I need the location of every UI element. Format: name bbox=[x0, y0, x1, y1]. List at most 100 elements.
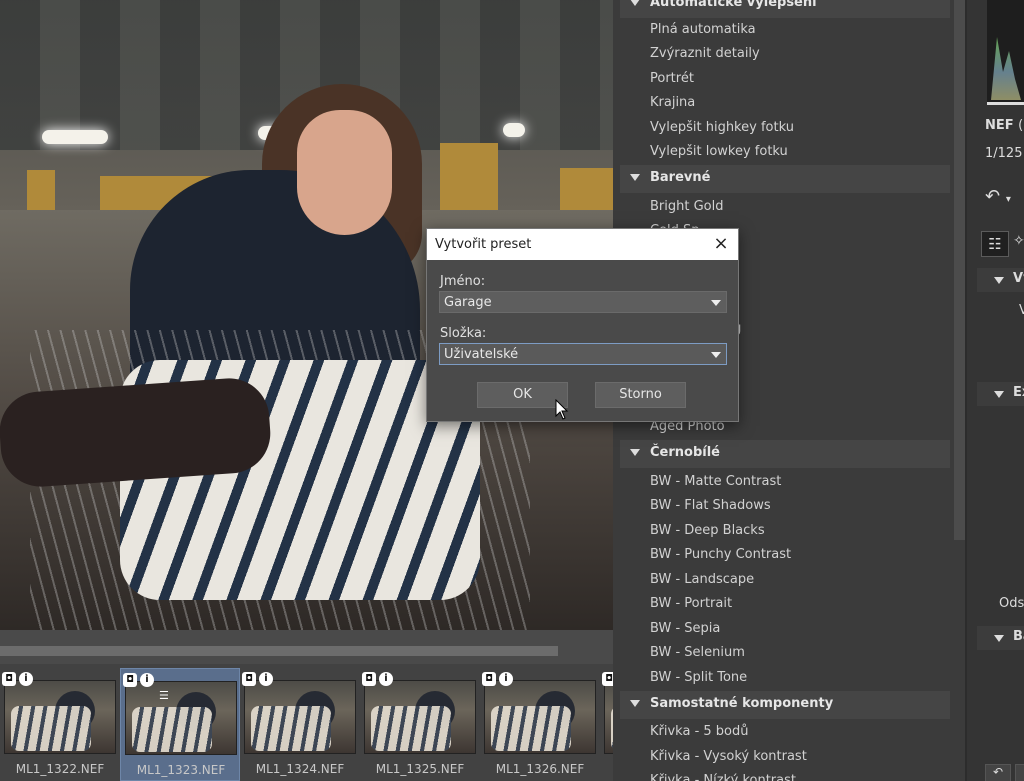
preset-item[interactable]: Vylepšit lowkey fotku bbox=[650, 144, 788, 159]
sliders-icon[interactable]: ☷ bbox=[981, 231, 1009, 257]
chevron-down-icon bbox=[630, 700, 640, 707]
preset-item[interactable]: BW - Sepia bbox=[650, 621, 720, 636]
section-label: Vy bbox=[1013, 271, 1024, 286]
category-label: Samostatné komponenty bbox=[650, 696, 834, 711]
category-label: Automatické vylepšení bbox=[650, 0, 817, 10]
info-icon[interactable]: i bbox=[19, 672, 33, 686]
camera-icon: ◘ bbox=[362, 672, 376, 686]
thumbnail-name: ML1_1324.NEF bbox=[255, 762, 345, 776]
undo-button[interactable]: ↶ bbox=[985, 764, 1011, 781]
thumbnail-image bbox=[125, 681, 237, 755]
camera-icon: ◘ bbox=[2, 672, 16, 686]
category-label: Barevné bbox=[650, 170, 711, 185]
section-label: Ba bbox=[1013, 629, 1024, 644]
category-color[interactable]: Barevné bbox=[620, 165, 950, 193]
category-components[interactable]: Samostatné komponenty bbox=[620, 691, 950, 719]
preset-item[interactable]: BW - Flat Shadows bbox=[650, 498, 771, 513]
section-text: Odst bbox=[999, 596, 1024, 611]
section-header[interactable]: Vy bbox=[977, 268, 1024, 292]
dialog-title: Vytvořit preset bbox=[435, 237, 532, 252]
preset-item[interactable]: BW - Matte Contrast bbox=[650, 474, 781, 489]
chevron-down-icon[interactable] bbox=[711, 352, 721, 358]
preset-item[interactable]: Krajina bbox=[650, 95, 695, 110]
preset-item[interactable]: Křivka - Vysoký kontrast bbox=[650, 749, 807, 764]
ceiling-light bbox=[503, 123, 525, 137]
chevron-down-icon bbox=[994, 635, 1004, 642]
preset-item[interactable]: Portrét bbox=[650, 71, 694, 86]
preset-item[interactable]: Křivka - 5 bodů bbox=[650, 724, 749, 739]
redo-button[interactable] bbox=[1015, 764, 1024, 781]
preset-item[interactable]: BW - Portrait bbox=[650, 596, 732, 611]
thumbnail-name: ML1_1326.NEF bbox=[495, 762, 585, 776]
create-preset-dialog: Vytvořit preset × Jméno: Garage Složka: … bbox=[426, 228, 739, 422]
filmstrip: ◘ i ML1_1322.NEF ◘ i ☰ ML1_1323.NEF ◘ i ML1… bbox=[0, 664, 613, 781]
chevron-down-icon bbox=[630, 449, 640, 456]
effects-icon[interactable]: ✧ bbox=[1013, 233, 1024, 249]
thumbnail-name: ML1_1323.NEF bbox=[136, 763, 226, 777]
subject-face bbox=[297, 110, 392, 235]
chevron-down-icon bbox=[630, 174, 640, 181]
thumbnail[interactable]: ◘ i ML1_1325.NEF bbox=[360, 668, 480, 781]
dialog-titlebar: Vytvořit preset × bbox=[427, 229, 738, 260]
thumbnail-image bbox=[484, 680, 596, 754]
category-bw[interactable]: Černobílé bbox=[620, 440, 950, 468]
thumbnail-image bbox=[364, 680, 476, 754]
thumbnail-image bbox=[244, 680, 356, 754]
folder-select[interactable]: Uživatelské bbox=[439, 343, 727, 365]
preset-item[interactable]: BW - Landscape bbox=[650, 572, 754, 587]
shutter-speed: 1/125 s bbox=[985, 146, 1024, 161]
camera-icon: ◘ bbox=[602, 672, 613, 686]
section-header[interactable]: Ba bbox=[977, 626, 1024, 650]
section-header[interactable]: Ex bbox=[977, 382, 1024, 406]
file-format: NEF ( bbox=[985, 118, 1024, 133]
preset-item[interactable]: Bright Gold bbox=[650, 199, 724, 214]
preset-item[interactable]: Vylepšit highkey fotku bbox=[650, 120, 794, 135]
undo-icon[interactable]: ↶ ▾ bbox=[985, 186, 1011, 207]
filmstrip-scrollbar-area bbox=[0, 630, 613, 664]
chevron-down-icon[interactable] bbox=[711, 300, 721, 306]
preset-item[interactable]: BW - Selenium bbox=[650, 645, 745, 660]
ceiling-light bbox=[42, 130, 108, 144]
preset-item[interactable]: BW - Split Tone bbox=[650, 670, 747, 685]
info-panel: NEF ( 1/125 s ↶ ▾ ☷ ✧ Vy V Ex Odst Ba ↶ bbox=[965, 0, 1024, 781]
filmstrip-scrollbar[interactable] bbox=[0, 646, 558, 656]
info-icon[interactable]: i bbox=[499, 672, 513, 686]
presets-scrollbar[interactable] bbox=[954, 0, 965, 540]
mouse-cursor-icon bbox=[555, 399, 569, 420]
folder-label: Složka: bbox=[440, 326, 487, 341]
subject-leg bbox=[0, 375, 273, 490]
histogram bbox=[987, 0, 1024, 105]
section-label: Ex bbox=[1013, 385, 1024, 400]
camera-icon: ◘ bbox=[123, 673, 137, 687]
preset-item[interactable]: BW - Deep Blacks bbox=[650, 523, 765, 538]
info-icon[interactable]: i bbox=[379, 672, 393, 686]
preset-item[interactable]: Plná automatika bbox=[650, 22, 756, 37]
thumbnail-image bbox=[4, 680, 116, 754]
category-label: Černobílé bbox=[650, 445, 720, 460]
category-auto-enhance[interactable]: Automatické vylepšení bbox=[620, 0, 950, 18]
thumbnail-image bbox=[604, 680, 613, 754]
info-icon[interactable]: i bbox=[140, 673, 154, 687]
name-value: Garage bbox=[444, 295, 492, 310]
folder-value: Uživatelské bbox=[444, 347, 519, 362]
chevron-down-icon bbox=[630, 0, 640, 6]
thumbnail-partial[interactable]: ◘ bbox=[600, 668, 613, 781]
thumbnail[interactable]: ◘ i ML1_1326.NEF bbox=[480, 668, 600, 781]
chevron-down-icon bbox=[994, 277, 1004, 284]
thumbnail[interactable]: ◘ i ML1_1324.NEF bbox=[240, 668, 360, 781]
chevron-down-icon bbox=[994, 391, 1004, 398]
camera-icon: ◘ bbox=[242, 672, 256, 686]
thumbnail[interactable]: ◘ i ML1_1322.NEF bbox=[0, 668, 120, 781]
preset-item[interactable]: Křivka - Nízký kontrast bbox=[650, 773, 796, 781]
close-icon[interactable]: × bbox=[710, 233, 732, 255]
preset-item[interactable]: BW - Punchy Contrast bbox=[650, 547, 791, 562]
thumbnail-name: ML1_1325.NEF bbox=[375, 762, 465, 776]
camera-icon: ◘ bbox=[482, 672, 496, 686]
cancel-button[interactable]: Storno bbox=[595, 382, 686, 408]
thumbnail-name: ML1_1322.NEF bbox=[15, 762, 105, 776]
app-window: ◘ i ML1_1322.NEF ◘ i ☰ ML1_1323.NEF ◘ i ML1… bbox=[0, 0, 1024, 781]
preset-item[interactable]: Zvýraznit detaily bbox=[650, 46, 760, 61]
thumbnail-selected[interactable]: ◘ i ☰ ML1_1323.NEF bbox=[120, 668, 240, 781]
info-icon[interactable]: i bbox=[259, 672, 273, 686]
name-combobox[interactable]: Garage bbox=[439, 291, 727, 313]
